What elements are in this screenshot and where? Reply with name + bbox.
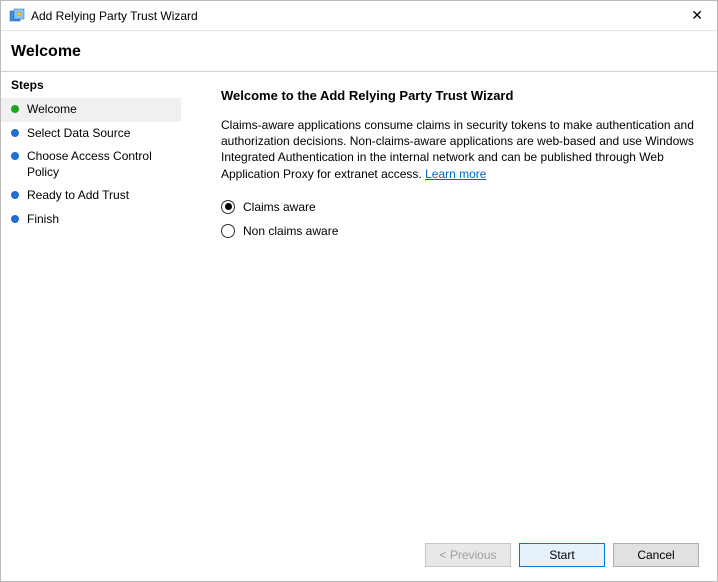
previous-button: < Previous: [425, 543, 511, 567]
bullet-icon: [11, 152, 19, 160]
step-label: Ready to Add Trust: [27, 188, 129, 204]
bullet-icon: [11, 191, 19, 199]
steps-sidebar: Steps Welcome Select Data Source Choose …: [1, 72, 181, 531]
radio-icon: [221, 224, 235, 238]
step-finish[interactable]: Finish: [1, 208, 181, 232]
start-button[interactable]: Start: [519, 543, 605, 567]
close-icon[interactable]: ✕: [685, 7, 709, 24]
page-header: Welcome: [1, 31, 717, 71]
step-label: Finish: [27, 212, 59, 228]
window-title: Add Relying Party Trust Wizard: [31, 9, 685, 23]
step-select-data-source[interactable]: Select Data Source: [1, 122, 181, 146]
titlebar: Add Relying Party Trust Wizard ✕: [1, 1, 717, 31]
bullet-icon: [11, 105, 19, 113]
radio-claims-aware[interactable]: Claims aware: [221, 200, 697, 214]
step-welcome[interactable]: Welcome: [1, 98, 181, 122]
app-icon: [9, 8, 25, 24]
steps-header: Steps: [1, 74, 181, 98]
radio-non-claims-aware[interactable]: Non claims aware: [221, 224, 697, 238]
step-ready-to-add-trust[interactable]: Ready to Add Trust: [1, 184, 181, 208]
page-title: Welcome: [11, 43, 707, 61]
radio-icon: [221, 200, 235, 214]
step-label: Welcome: [27, 102, 77, 118]
bullet-icon: [11, 129, 19, 137]
step-choose-access-control-policy[interactable]: Choose Access Control Policy: [1, 145, 181, 184]
main-content: Welcome to the Add Relying Party Trust W…: [181, 72, 717, 531]
main-description: Claims-aware applications consume claims…: [221, 117, 697, 182]
main-title: Welcome to the Add Relying Party Trust W…: [221, 88, 697, 103]
learn-more-link[interactable]: Learn more: [425, 167, 486, 181]
body: Steps Welcome Select Data Source Choose …: [1, 71, 717, 531]
step-label: Choose Access Control Policy: [27, 149, 171, 180]
radio-label: Non claims aware: [243, 224, 338, 238]
radio-label: Claims aware: [243, 200, 316, 214]
cancel-button[interactable]: Cancel: [613, 543, 699, 567]
footer: < Previous Start Cancel: [1, 531, 717, 579]
bullet-icon: [11, 215, 19, 223]
step-label: Select Data Source: [27, 126, 130, 142]
